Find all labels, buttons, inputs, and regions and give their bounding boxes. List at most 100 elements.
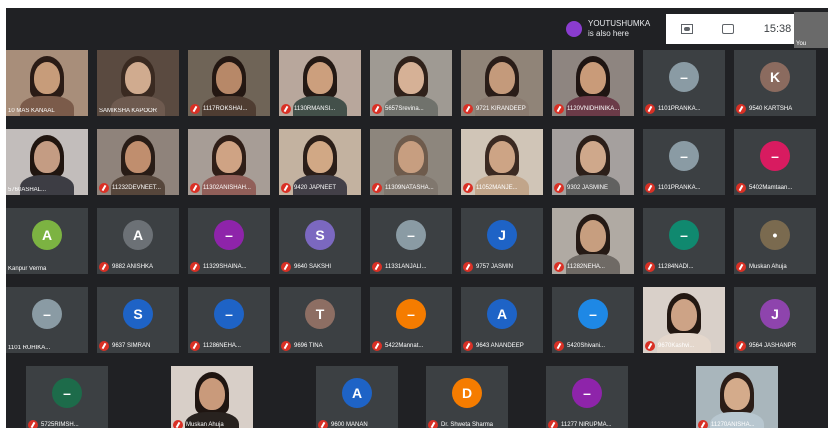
people-icon[interactable] (680, 24, 693, 34)
participant-tile[interactable]: – 5422Mannat... (370, 287, 452, 353)
participant-tile[interactable]: S 9637 SIMRAN (97, 287, 179, 353)
participant-tile[interactable]: Muskan Ahuja (171, 366, 253, 428)
chat-icon[interactable] (722, 24, 735, 34)
participant-tile[interactable]: S 9640 SAKSHI (279, 208, 361, 274)
participant-tile[interactable]: A 9600 MANAN (316, 366, 398, 428)
participant-name: 11309NATASHA... (385, 185, 434, 191)
participant-video-face (34, 141, 60, 173)
participant-tile[interactable]: – 1101PRANKA... (643, 50, 725, 116)
participant-tile[interactable]: J 9757 JASMIN (461, 208, 543, 274)
participant-tile[interactable]: 11052MANJE... (461, 129, 543, 195)
participant-avatar: – (214, 220, 244, 250)
participant-tile[interactable]: 11302ANISHAH... (188, 129, 270, 195)
participant-video-face (307, 141, 333, 173)
participant-avatar: – (572, 378, 602, 408)
participant-name: Dr. Shweta Sharma (441, 422, 494, 428)
participant-name-bar: 9564 JASHANPR (736, 341, 814, 351)
participant-tile[interactable]: D Dr. Shweta Sharma (426, 366, 508, 428)
mic-muted-icon (190, 104, 200, 114)
mic-muted-icon (463, 104, 473, 114)
participant-tile[interactable]: 5657Srevina... (370, 50, 452, 116)
participant-tile[interactable]: 9670Kashvi... (643, 287, 725, 353)
participant-name-bar: 9420 JAPNEET (281, 183, 359, 193)
participant-tile[interactable]: – 11286NEHA... (188, 287, 270, 353)
participant-tile[interactable]: 1120VNIDHINIKA... (552, 50, 634, 116)
participant-name: 9670Kashvi... (658, 343, 695, 349)
participant-name: 9420 JAPNEET (294, 185, 337, 191)
participant-name: 11331ANJALI... (385, 264, 427, 270)
participant-tile[interactable]: A 9643 ANANDEEP (461, 287, 543, 353)
mic-muted-icon (281, 341, 291, 351)
participant-tile[interactable]: – 11331ANJALI... (370, 208, 452, 274)
participant-name-bar: 9637 SIMRAN (99, 341, 177, 351)
participant-tile[interactable]: – 1101PRANKA... (643, 129, 725, 195)
participant-tile[interactable]: 9721 KIRANDEEP (461, 50, 543, 116)
mic-muted-icon (281, 262, 291, 272)
participant-name-bar: Muskan Ahuja (173, 420, 251, 428)
participant-video-face (125, 62, 151, 94)
participant-tile[interactable]: – 11284NADI... (643, 208, 725, 274)
participant-name-bar: 11286NEHA... (190, 341, 268, 351)
participant-tile[interactable]: 1130RMANSI... (279, 50, 361, 116)
participant-name-bar: 11052MANJE... (463, 183, 541, 193)
participant-name: 11232DEVNEET... (112, 185, 161, 191)
participant-name: 9757 JASMIN (476, 264, 514, 270)
participant-name: 9302 JASMINE (567, 185, 609, 191)
mic-muted-icon (99, 341, 109, 351)
participant-tile[interactable]: – 5402Mamtaan... (734, 129, 816, 195)
participant-tile[interactable]: 11270ANISHA... (696, 366, 778, 428)
participant-avatar: – (760, 141, 790, 171)
mic-muted-icon (281, 104, 291, 114)
participant-video-face (671, 299, 697, 331)
participant-tile[interactable]: 11309NATASHA... (370, 129, 452, 195)
participant-tile[interactable]: 9302 JASMINE (552, 129, 634, 195)
participant-tile[interactable]: • Muskan Ahuja (734, 208, 816, 274)
mic-muted-icon (554, 262, 564, 272)
participant-tile[interactable]: A Kanpur Verma (6, 208, 88, 274)
participant-name: 11329SHAINA... (203, 264, 247, 270)
participant-tile[interactable]: SAMIKSHA KAPOOR (97, 50, 179, 116)
participant-name-bar: 10 MAS KANAAL (8, 108, 86, 114)
participant-tile[interactable]: 5760ASHAL... (6, 129, 88, 195)
participant-name: 11286NEHA... (203, 343, 241, 349)
participant-tile[interactable]: 9420 JAPNEET (279, 129, 361, 195)
participant-tile[interactable]: 1117ROKSHAI... (188, 50, 270, 116)
participant-tile[interactable]: 10 MAS KANAAL (6, 50, 88, 116)
participant-name: 9540 KARTSHA (749, 106, 793, 112)
participant-name-bar: 11329SHAINA... (190, 262, 268, 272)
join-notification[interactable]: YOUTUSHUMKA is also here (566, 12, 662, 46)
participant-tile[interactable]: – 5725RIMSH... (26, 366, 108, 428)
participant-tile[interactable]: 11282NEHA... (552, 208, 634, 274)
participant-avatar: J (760, 299, 790, 329)
participant-tile[interactable]: – 5420Shivani... (552, 287, 634, 353)
mic-muted-icon (736, 104, 746, 114)
mic-muted-icon (554, 104, 564, 114)
mic-muted-icon (318, 420, 328, 428)
mic-muted-icon (698, 420, 708, 428)
participant-tile[interactable]: T 9696 TINA (279, 287, 361, 353)
participant-avatar: – (52, 378, 82, 408)
participant-tile[interactable]: – 11277 NIRUPMA... (546, 366, 628, 428)
participant-name-bar: 1101PRANKA... (645, 183, 723, 193)
participant-name-bar: 5422Mannat... (372, 341, 450, 351)
mic-muted-icon (736, 262, 746, 272)
participant-avatar: • (760, 220, 790, 250)
participant-avatar: T (305, 299, 335, 329)
participant-tile[interactable]: K 9540 KARTSHA (734, 50, 816, 116)
participant-video-face (216, 141, 242, 173)
mic-muted-icon (372, 104, 382, 114)
participant-tile[interactable]: – 11329SHAINA... (188, 208, 270, 274)
mic-muted-icon (554, 183, 564, 193)
self-view-tile[interactable]: You (794, 12, 828, 48)
participant-video-face (489, 62, 515, 94)
participant-name-bar: 9757 JASMIN (463, 262, 541, 272)
participant-tile[interactable]: 11232DEVNEET... (97, 129, 179, 195)
participant-tile[interactable]: – 1101 RUHIKA... (6, 287, 88, 353)
participant-name: 5422Mannat... (385, 343, 424, 349)
participant-name-bar: 9721 KIRANDEEP (463, 104, 541, 114)
participant-name-bar: 11282NEHA... (554, 262, 632, 272)
participant-avatar-icon (566, 21, 582, 37)
participant-tile[interactable]: A 9882 ANISHKA (97, 208, 179, 274)
participant-tile[interactable]: J 9564 JASHANPR (734, 287, 816, 353)
mic-muted-icon (99, 183, 109, 193)
